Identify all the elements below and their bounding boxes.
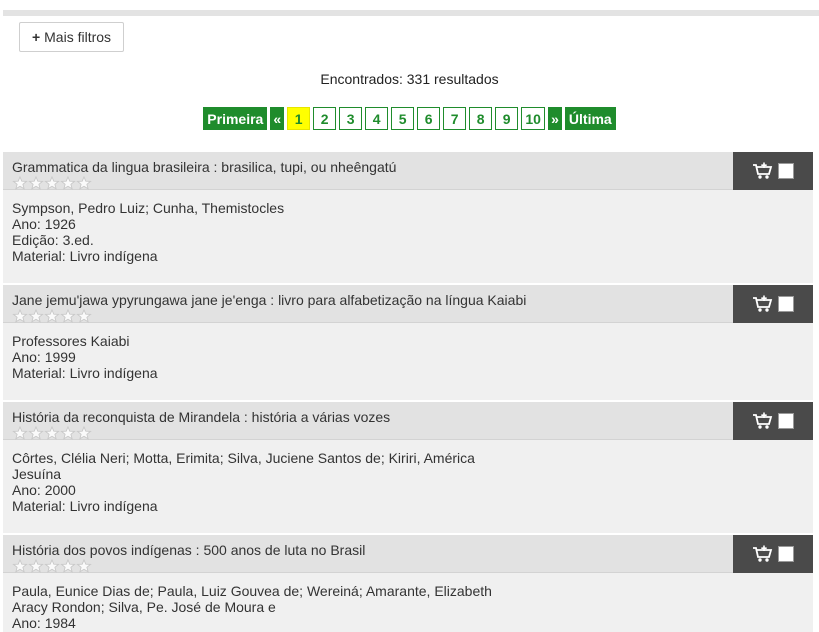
select-checkbox[interactable]	[778, 546, 794, 562]
plus-icon: +	[31, 29, 41, 45]
result-authors: Sympson, Pedro Luiz; Cunha, Themistocles	[12, 200, 285, 216]
star-icon[interactable]	[60, 559, 76, 573]
star-icon[interactable]	[60, 426, 76, 440]
result-details: Paula, Eunice Dias de; Paula, Luiz Gouve…	[3, 573, 813, 631]
star-icon[interactable]	[12, 309, 28, 323]
result-material: Material: Livro indígena	[12, 248, 158, 264]
star-icon[interactable]	[76, 559, 92, 573]
rating-stars[interactable]	[12, 309, 92, 323]
star-icon[interactable]	[44, 309, 60, 323]
result-item: Jane jemu'jawa ypyrungawa jane je'enga :…	[3, 285, 813, 400]
result-title[interactable]: Jane jemu'jawa ypyrungawa jane je'enga :…	[12, 292, 526, 308]
page-last-button[interactable]: Última	[564, 107, 616, 130]
result-year: Ano: 1926	[12, 216, 76, 232]
star-icon[interactable]	[28, 426, 44, 440]
star-icon[interactable]	[76, 176, 92, 190]
cart-controls	[733, 535, 813, 573]
result-year: Ano: 1999	[12, 349, 76, 365]
result-item: História dos povos indígenas : 500 anos …	[3, 535, 813, 632]
result-authors-cont: Aracy Rondon; Silva, Pe. José de Moura e	[12, 599, 276, 615]
result-item: História da reconquista de Mirandela : h…	[3, 402, 813, 533]
result-authors: Côrtes, Clélia Neri; Motta, Erimita; Sil…	[12, 450, 475, 466]
page-6-button[interactable]: 6	[417, 107, 441, 130]
cart-add-icon[interactable]	[752, 295, 774, 313]
select-checkbox[interactable]	[778, 163, 794, 179]
rating-stars[interactable]	[12, 426, 92, 440]
star-icon[interactable]	[60, 309, 76, 323]
star-icon[interactable]	[60, 176, 76, 190]
page-1-button[interactable]: 1	[287, 107, 311, 130]
page-7-button[interactable]: 7	[443, 107, 467, 130]
page-first-button[interactable]: Primeira	[203, 107, 268, 130]
star-icon[interactable]	[44, 426, 60, 440]
result-title[interactable]: História dos povos indígenas : 500 anos …	[12, 542, 365, 558]
more-filters-button[interactable]: + Mais filtros	[19, 22, 124, 52]
result-item-header: História da reconquista de Mirandela : h…	[3, 402, 813, 440]
result-authors: Paula, Eunice Dias de; Paula, Luiz Gouve…	[12, 583, 492, 599]
star-icon[interactable]	[44, 559, 60, 573]
rating-stars[interactable]	[12, 176, 92, 190]
star-icon[interactable]	[28, 559, 44, 573]
page-8-button[interactable]: 8	[469, 107, 493, 130]
top-divider	[3, 10, 819, 16]
star-icon[interactable]	[28, 309, 44, 323]
result-item-header: História dos povos indígenas : 500 anos …	[3, 535, 813, 573]
star-icon[interactable]	[12, 559, 28, 573]
page-3-button[interactable]: 3	[339, 107, 363, 130]
result-authors: Professores Kaiabi	[12, 333, 130, 349]
page-2-button[interactable]: 2	[313, 107, 337, 130]
star-icon[interactable]	[76, 309, 92, 323]
result-title[interactable]: Grammatica da lingua brasileira : brasil…	[12, 159, 396, 175]
result-details: Sympson, Pedro Luiz; Cunha, Themistocles…	[3, 190, 813, 264]
star-icon[interactable]	[76, 426, 92, 440]
cart-add-icon[interactable]	[752, 545, 774, 563]
star-icon[interactable]	[28, 176, 44, 190]
page-5-button[interactable]: 5	[391, 107, 415, 130]
result-authors-cont: Jesuína	[12, 466, 62, 482]
result-material: Material: Livro indígena	[12, 365, 158, 381]
cart-controls	[733, 152, 813, 190]
result-year: Ano: 2000	[12, 482, 76, 498]
cart-add-icon[interactable]	[752, 162, 774, 180]
pagination: Primeira « 1 2 3 4 5 6 7 8 9 10 » Última	[0, 107, 819, 130]
result-material: Material: Livro indígena	[12, 498, 158, 514]
cart-controls	[733, 285, 813, 323]
cart-add-icon[interactable]	[752, 412, 774, 430]
result-item: Grammatica da lingua brasileira : brasil…	[3, 152, 813, 283]
page-next-button[interactable]: »	[548, 107, 562, 130]
page-10-button[interactable]: 10	[521, 107, 546, 130]
star-icon[interactable]	[12, 176, 28, 190]
select-checkbox[interactable]	[778, 413, 794, 429]
result-year: Ano: 1984	[12, 615, 76, 631]
result-title[interactable]: História da reconquista de Mirandela : h…	[12, 409, 390, 425]
more-filters-label: Mais filtros	[44, 29, 112, 45]
page-4-button[interactable]: 4	[365, 107, 389, 130]
result-item-header: Jane jemu'jawa ypyrungawa jane je'enga :…	[3, 285, 813, 323]
results-count: Encontrados: 331 resultados	[320, 71, 499, 87]
result-details: Professores Kaiabi Ano: 1999 Material: L…	[3, 323, 813, 381]
result-details: Côrtes, Clélia Neri; Motta, Erimita; Sil…	[3, 440, 813, 514]
rating-stars[interactable]	[12, 559, 92, 573]
result-edition: Edição: 3.ed.	[12, 232, 94, 248]
cart-controls	[733, 402, 813, 440]
star-icon[interactable]	[12, 426, 28, 440]
page-9-button[interactable]: 9	[495, 107, 519, 130]
result-item-header: Grammatica da lingua brasileira : brasil…	[3, 152, 813, 190]
star-icon[interactable]	[44, 176, 60, 190]
select-checkbox[interactable]	[778, 296, 794, 312]
page-prev-button[interactable]: «	[270, 107, 285, 130]
